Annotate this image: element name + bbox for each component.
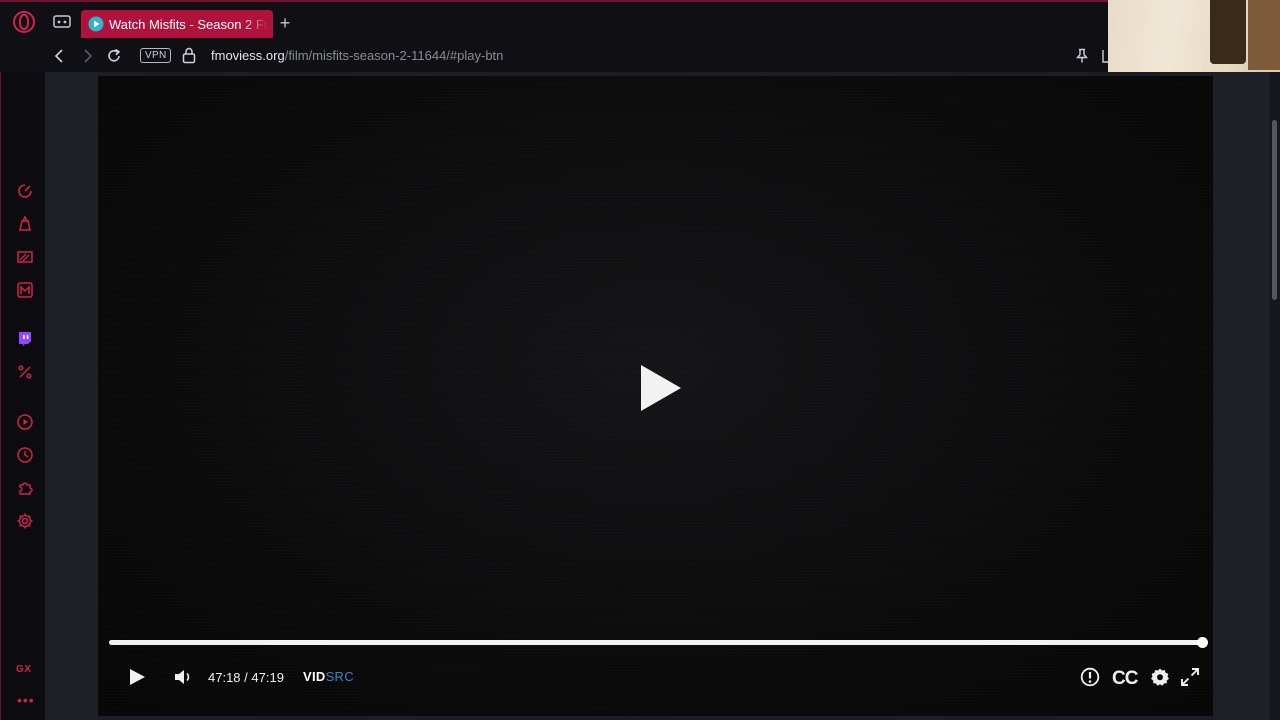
tab-active[interactable]: Watch Misfits - Season 2 Full HD [81,10,273,38]
sidebar: GX ••• [1,72,45,720]
page-scrollbar[interactable] [1269,72,1280,720]
current-time: 47:18 [208,670,241,685]
news-icon[interactable] [16,248,34,266]
time-display: 47:18 / 47:19 [208,670,284,685]
site-favicon-icon [88,16,104,32]
history-icon[interactable] [16,446,34,464]
pin-icon[interactable] [1075,48,1089,64]
player-settings-icon[interactable] [1150,667,1170,687]
brand-part-vid: VID [303,669,326,684]
volume-icon[interactable] [173,668,193,686]
back-icon[interactable] [51,47,69,65]
vidsrc-logo[interactable]: VIDSRC [303,669,354,684]
lock-icon[interactable] [182,47,196,64]
webcam-curtain-right [1248,0,1280,70]
settings-gear-icon[interactable] [16,512,34,530]
url-domain: fmoviess.org [211,48,285,63]
player-icon[interactable] [16,413,34,431]
url-field[interactable]: fmoviess.org/film/misfits-season-2-11644… [211,48,503,63]
discount-icon[interactable] [16,363,34,381]
forward-icon[interactable] [78,47,96,65]
progress-bar[interactable] [109,637,1208,648]
page-left-margin [45,72,98,720]
gx-corner-icon[interactable] [16,215,34,233]
sidebar-more-button[interactable]: ••• [17,692,35,708]
time-separator: / [240,670,252,685]
page-content: 47:18 / 47:19 VIDSRC CC [45,72,1280,720]
captions-button[interactable]: CC [1112,668,1138,690]
report-icon[interactable] [1080,667,1100,687]
url-path: /film/misfits-season-2-11644/#play-btn [284,48,504,63]
tab-title: Watch Misfits - Season 2 Full HD [109,16,269,32]
vpn-button[interactable]: VPN [140,48,172,63]
address-bar: VPN fmoviess.org/film/misfits-season-2-1… [0,40,1110,72]
reload-icon[interactable] [105,47,123,65]
tab-island-icon[interactable] [52,13,72,31]
gx-label[interactable]: GX [16,664,31,675]
fullscreen-icon[interactable] [1180,667,1200,687]
big-play-icon[interactable] [639,363,683,413]
webcam-curtain [1210,0,1246,64]
twitch-icon[interactable] [16,330,34,348]
brand-part-src: SRC [325,669,354,684]
duration: 47:19 [251,670,284,685]
opera-gx-logo-icon[interactable] [12,10,36,34]
extensions-icon[interactable] [16,479,34,497]
tab-bar: Watch Misfits - Season 2 Full HD + [0,2,1108,40]
scrollbar-thumb[interactable] [1272,120,1277,300]
progress-fill [109,640,1203,645]
messenger-icon[interactable] [16,281,34,299]
video-player[interactable]: 47:18 / 47:19 VIDSRC CC [98,76,1213,716]
play-icon[interactable] [128,668,146,686]
page-right-margin [1213,72,1269,720]
progress-handle[interactable] [1196,637,1208,648]
gx-control-icon[interactable] [16,182,34,200]
new-tab-button[interactable]: + [276,14,294,32]
